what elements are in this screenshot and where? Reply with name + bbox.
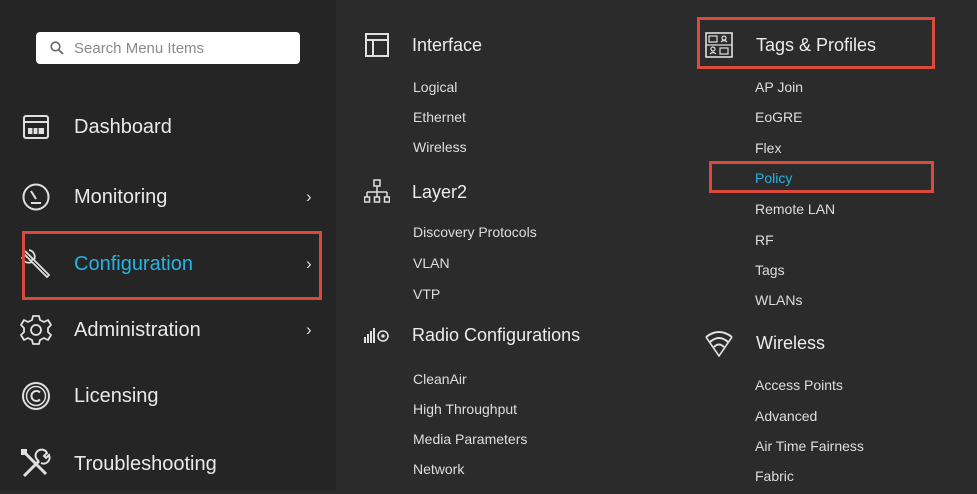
wrench-icon <box>18 246 54 282</box>
wifi-icon <box>704 328 734 358</box>
policy-highlight-box <box>709 161 934 193</box>
section-title: Radio Configurations <box>412 324 581 345</box>
section-radio-configurations: Radio Configurations <box>362 320 580 350</box>
chevron-right-icon: › <box>306 320 312 339</box>
section-wireless: Wireless <box>704 328 825 358</box>
dashboard-icon <box>18 109 54 145</box>
sidebar-item-administration[interactable]: Administration › <box>0 300 336 360</box>
menu-item-policy[interactable]: Policy <box>755 170 792 186</box>
network-tree-icon <box>362 177 392 207</box>
menu-item-advanced[interactable]: Advanced <box>755 408 817 424</box>
menu-item-eogre[interactable]: EoGRE <box>755 109 802 125</box>
section-title: Interface <box>412 34 483 55</box>
menu-item-tags[interactable]: Tags <box>755 262 785 278</box>
sidebar-item-label: Dashboard <box>74 115 172 138</box>
sidebar-menu: Dashboard Monitoring › Configuration › <box>0 0 336 490</box>
menu-item-air-time-fairness[interactable]: Air Time Fairness <box>755 438 864 454</box>
section-title: Layer2 <box>412 181 468 202</box>
menu-item-ethernet[interactable]: Ethernet <box>413 109 466 125</box>
tags-icon <box>704 30 734 60</box>
sidebar-item-label: Licensing <box>74 384 159 407</box>
menu-item-ap-join[interactable]: AP Join <box>755 79 803 95</box>
menu-item-vtp[interactable]: VTP <box>413 286 440 302</box>
sidebar-item-licensing[interactable]: Licensing <box>0 366 336 426</box>
menu-item-fabric[interactable]: Fabric <box>755 468 794 484</box>
sidebar-item-configuration[interactable]: Configuration › <box>0 234 336 294</box>
section-title: Tags & Profiles <box>756 34 877 55</box>
sidebar-item-label: Configuration <box>74 252 193 275</box>
search-icon <box>50 41 64 55</box>
sidebar-item-monitoring[interactable]: Monitoring › <box>0 167 336 227</box>
menu-item-vlan[interactable]: VLAN <box>413 255 450 271</box>
copyright-icon <box>18 378 54 414</box>
menu-item-network[interactable]: Network <box>413 461 464 477</box>
search-box[interactable] <box>36 32 300 64</box>
menu-item-discovery-protocols[interactable]: Discovery Protocols <box>413 224 537 240</box>
sidebar-item-label: Administration <box>74 318 201 341</box>
menu-item-flex[interactable]: Flex <box>755 140 781 156</box>
section-tags-profiles: Tags & Profiles <box>704 30 876 60</box>
menu-item-high-throughput[interactable]: High Throughput <box>413 401 517 417</box>
menu-item-wlans[interactable]: WLANs <box>755 292 802 308</box>
gear-icon <box>18 312 54 348</box>
chevron-right-icon: › <box>306 254 312 273</box>
gauge-icon <box>18 179 54 215</box>
sidebar-item-troubleshooting[interactable]: Troubleshooting <box>0 434 336 494</box>
menu-item-media-parameters[interactable]: Media Parameters <box>413 431 527 447</box>
menu-item-cleanair[interactable]: CleanAir <box>413 371 467 387</box>
menu-item-rf[interactable]: RF <box>755 232 774 248</box>
menu-item-wireless-interface[interactable]: Wireless <box>413 139 467 155</box>
search-input[interactable] <box>72 38 296 58</box>
section-interface: Interface <box>362 30 482 60</box>
tools-icon <box>18 446 54 482</box>
section-title: Wireless <box>756 332 826 353</box>
sidebar-item-dashboard[interactable]: Dashboard <box>0 97 336 157</box>
menu-item-remote-lan[interactable]: Remote LAN <box>755 201 835 217</box>
interface-icon <box>362 30 392 60</box>
menu-item-logical[interactable]: Logical <box>413 79 457 95</box>
menu-item-access-points[interactable]: Access Points <box>755 377 843 393</box>
chevron-right-icon: › <box>306 187 312 206</box>
radio-signal-icon <box>362 320 392 350</box>
sidebar-item-label: Troubleshooting <box>74 452 217 475</box>
sidebar-item-label: Monitoring <box>74 185 168 208</box>
section-layer2: Layer2 <box>362 177 467 207</box>
